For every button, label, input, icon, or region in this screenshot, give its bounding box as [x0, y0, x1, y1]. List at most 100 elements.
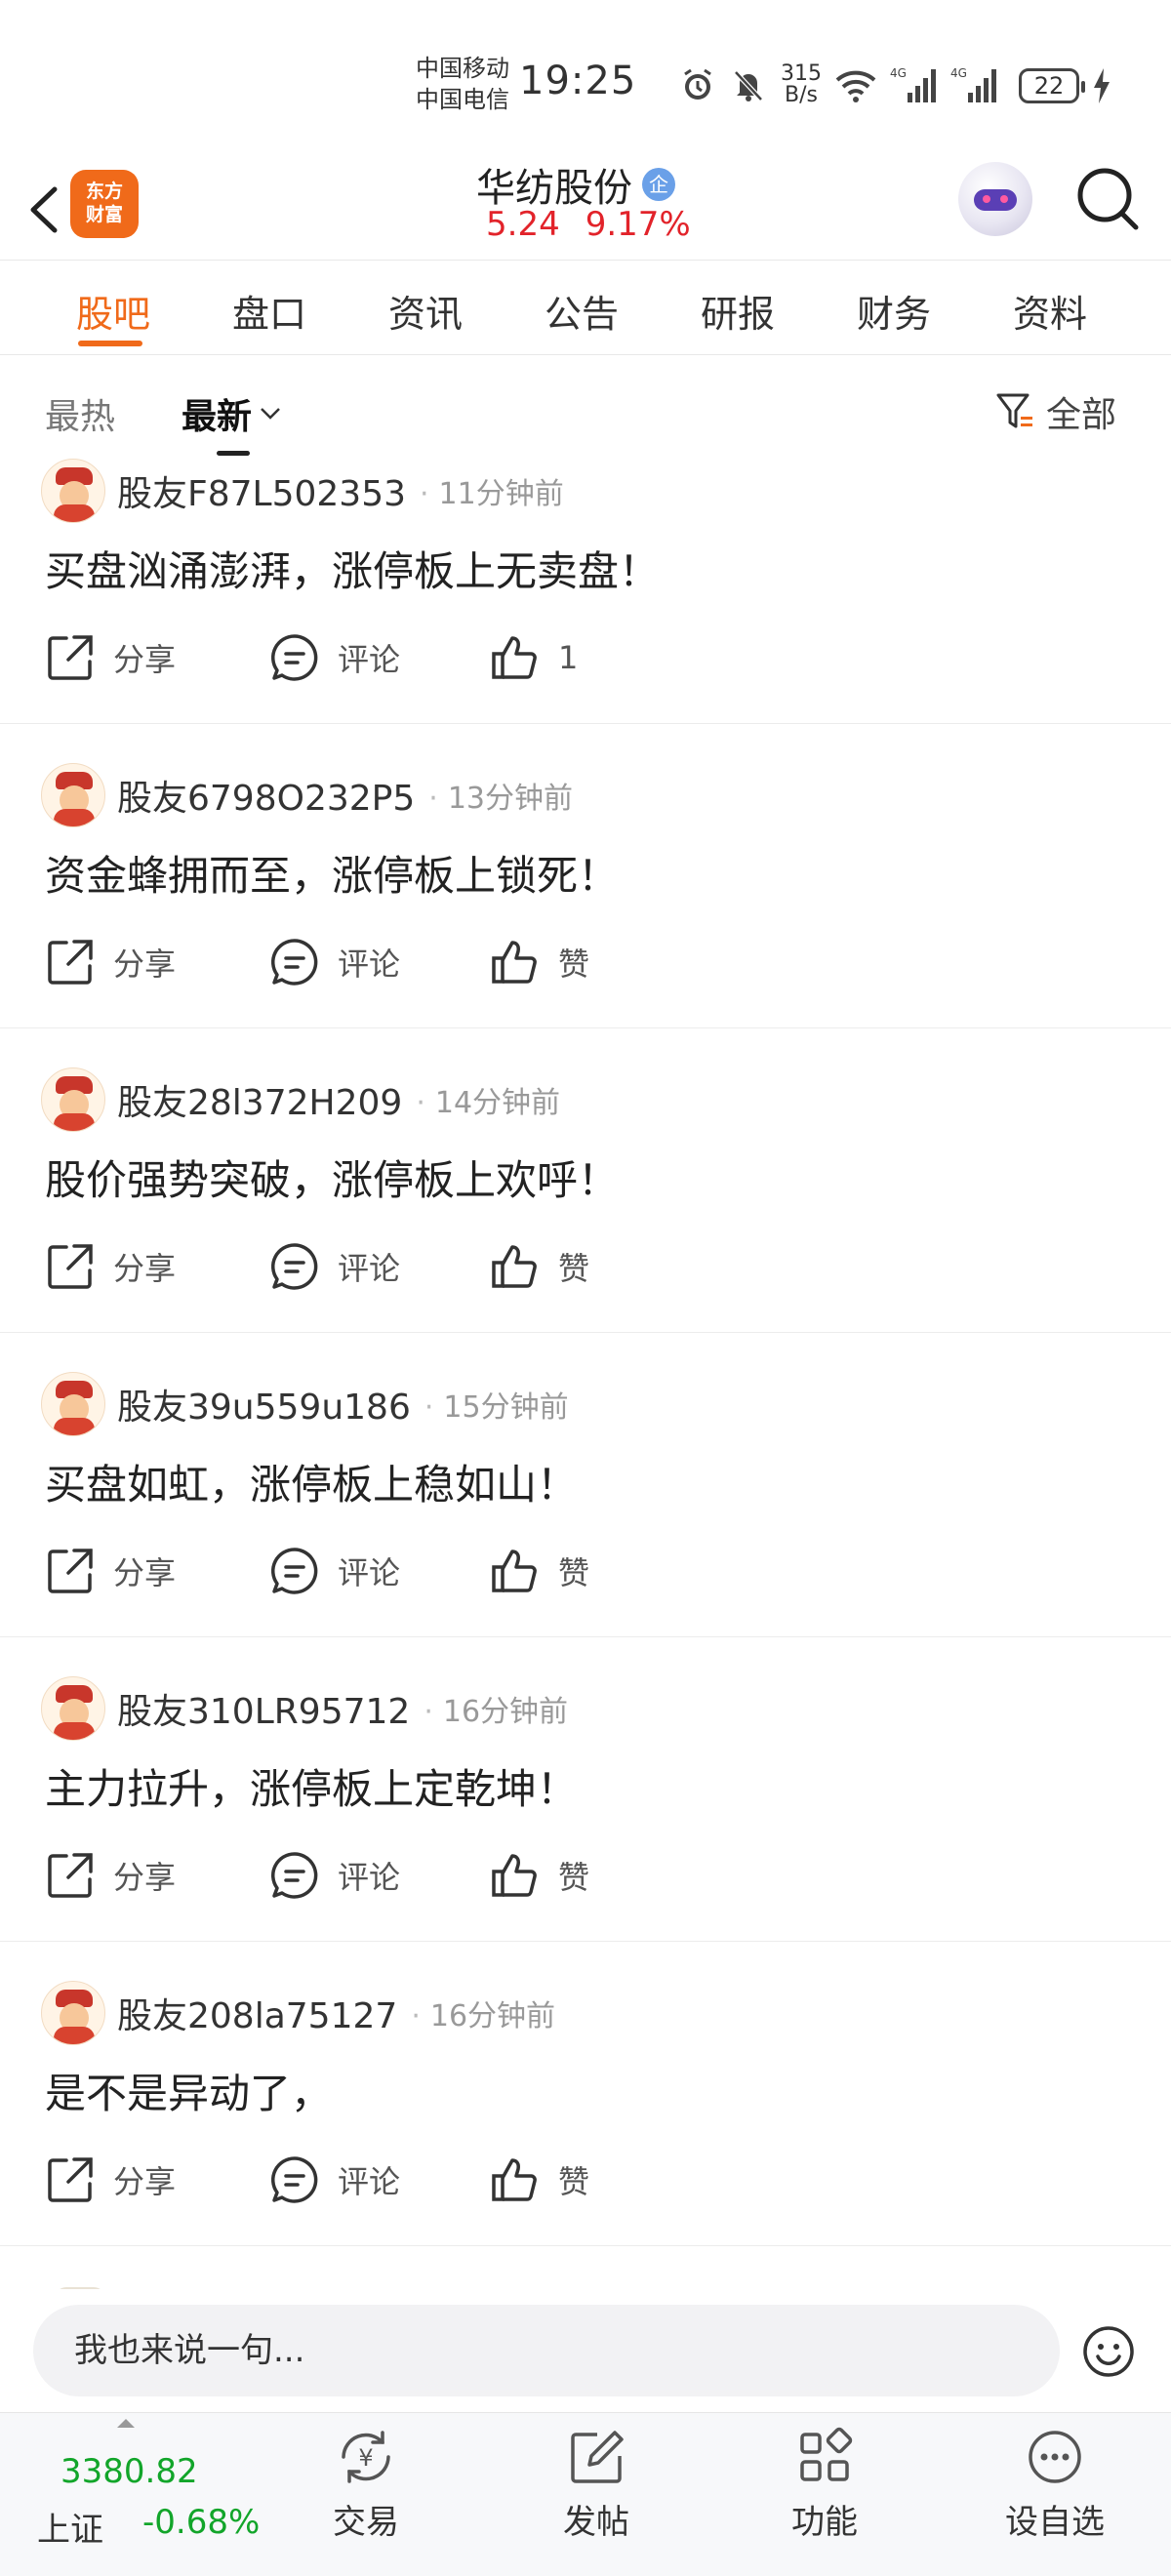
- share-label: 分享: [113, 1250, 177, 1287]
- index-name: 上证: [37, 2511, 103, 2550]
- post-content[interactable]: 买盘汹涌澎湃，涨停板上无卖盘！: [45, 539, 660, 598]
- nav-trade-label: 交易: [333, 2503, 399, 2542]
- avatar[interactable]: [41, 1372, 105, 1436]
- post-item[interactable]: 股友39u559u186 15分钟前 买盘如虹，涨停板上稳如山！ 分享 评论 赞: [0, 1333, 1171, 1637]
- chevron-down-icon: [261, 408, 280, 420]
- filter-button[interactable]: 全部: [995, 386, 1116, 437]
- like-label: 赞: [558, 1859, 590, 1896]
- comment-label: 评论: [338, 1859, 401, 1896]
- post-author: 股友28l372H209 14分钟前: [41, 1067, 560, 1132]
- avatar[interactable]: [41, 1067, 105, 1132]
- post-content[interactable]: 买盘如虹，涨停板上稳如山！: [45, 1452, 578, 1511]
- nav-features[interactable]: 功能: [751, 2427, 898, 2543]
- comment-label: 评论: [338, 946, 401, 983]
- stock-header: 东方 财富 华纺股份 企 5.24 9.17%: [0, 156, 1171, 260]
- nav-trade[interactable]: ¥ 交易: [293, 2427, 439, 2543]
- post-item[interactable]: 股友F87L502353 11分钟前 买盘汹涌澎湃，涨停板上无卖盘！ 分享 评论…: [0, 455, 1171, 724]
- like-button[interactable]: 赞: [490, 1850, 589, 1901]
- post-content[interactable]: 是不是异动了，: [45, 2061, 332, 2120]
- stock-change-pct: 9.17%: [585, 205, 691, 244]
- thumbs-up-icon: [492, 941, 537, 984]
- post-content[interactable]: 资金蜂拥而至，涨停板上锁死！: [45, 843, 619, 903]
- share-icon: [48, 1853, 93, 1898]
- post-item[interactable]: 股友208la75127 16分钟前 是不是异动了， 分享 评论 赞: [0, 1942, 1171, 2246]
- comment-label: 评论: [338, 641, 401, 678]
- like-button[interactable]: 1: [490, 632, 578, 683]
- filter-label: 全部: [1046, 395, 1117, 435]
- status-icons: 315 B/s 4G 4G: [679, 60, 997, 109]
- post-actions: 分享 评论 赞: [45, 937, 589, 987]
- post-content[interactable]: 主力拉升，涨停板上定乾坤！: [45, 1756, 578, 1816]
- status-bar: 中国移动 中国电信 19:25 315 B/s 4G 4G 22: [0, 0, 1171, 156]
- post-time: 11分钟前: [420, 469, 564, 512]
- emoji-icon[interactable]: [1081, 2324, 1136, 2379]
- username[interactable]: 股友310LR95712: [117, 1683, 410, 1734]
- post-time: 16分钟前: [424, 1687, 568, 1730]
- sort-hot[interactable]: 最热: [45, 388, 115, 439]
- tab-finance[interactable]: 财务: [857, 284, 931, 338]
- share-button[interactable]: 分享: [45, 1546, 269, 1596]
- avatar[interactable]: [41, 1981, 105, 2045]
- share-button[interactable]: 分享: [45, 1850, 269, 1901]
- sort-newest[interactable]: 最新: [182, 388, 281, 439]
- username[interactable]: 股友208la75127: [117, 1988, 397, 2038]
- like-count: 1: [558, 639, 579, 676]
- back-icon[interactable]: [21, 176, 68, 244]
- stock-quote: 5.24 9.17%: [486, 205, 691, 244]
- username[interactable]: 股友F87L502353: [117, 465, 406, 516]
- charging-icon: [1094, 68, 1110, 103]
- comment-button[interactable]: 评论: [269, 632, 490, 683]
- share-label: 分享: [113, 641, 177, 678]
- search-icon[interactable]: [1073, 162, 1142, 236]
- like-button[interactable]: 赞: [490, 1241, 589, 1292]
- post-author: 股友F87L502353 11分钟前: [41, 459, 564, 523]
- nav-add-watchlist[interactable]: 设自选: [982, 2427, 1128, 2543]
- tab-guba[interactable]: 股吧: [76, 284, 150, 338]
- post-time: 15分钟前: [424, 1383, 568, 1426]
- tab-announcements[interactable]: 公告: [545, 284, 619, 338]
- tab-research[interactable]: 研报: [701, 284, 775, 338]
- tab-pankou[interactable]: 盘口: [232, 284, 306, 338]
- post-author: 股友208la75127 16分钟前: [41, 1981, 555, 2045]
- tab-profile[interactable]: 资料: [1013, 284, 1087, 338]
- post-item[interactable]: 股友28l372H209 14分钟前 股价强势突破，涨停板上欢呼！ 分享 评论 …: [0, 1028, 1171, 1333]
- eastmoney-logo[interactable]: 东方 财富: [70, 170, 139, 238]
- share-icon: [48, 635, 93, 680]
- share-label: 分享: [113, 2163, 177, 2200]
- share-button[interactable]: 分享: [45, 2154, 269, 2205]
- post-content[interactable]: 股价强势突破，涨停板上欢呼！: [45, 1147, 619, 1207]
- post-feed: 股友F87L502353 11分钟前 买盘汹涌澎湃，涨停板上无卖盘！ 分享 评论…: [0, 455, 1171, 2289]
- comment-icon: [271, 1243, 318, 1290]
- tab-news[interactable]: 资讯: [388, 284, 463, 338]
- like-label: 赞: [558, 1554, 590, 1591]
- nav-features-label: 功能: [791, 2503, 858, 2542]
- comment-button[interactable]: 评论: [269, 937, 490, 987]
- post-actions: 分享 评论 赞: [45, 1850, 589, 1901]
- username[interactable]: 股友28l372H209: [117, 1074, 402, 1125]
- username[interactable]: 股友39u559u186: [117, 1379, 411, 1429]
- comment-button[interactable]: 评论: [269, 1850, 490, 1901]
- svg-text:4G: 4G: [950, 66, 967, 80]
- share-button[interactable]: 分享: [45, 937, 269, 987]
- comment-button[interactable]: 评论: [269, 1241, 490, 1292]
- username[interactable]: 股友6798O232P5: [117, 770, 415, 821]
- like-button[interactable]: 赞: [490, 937, 589, 987]
- bottom-nav: 3380.82 上证 -0.68% ¥ 交易 发帖 功能 设自选: [0, 2412, 1171, 2576]
- comment-input[interactable]: 我也来说一句...: [33, 2305, 1060, 2396]
- filter-icon: [996, 393, 1032, 428]
- comment-button[interactable]: 评论: [269, 2154, 490, 2205]
- avatar[interactable]: [41, 459, 105, 523]
- post-item[interactable]: 股友6798O232P5 13分钟前 资金蜂拥而至，涨停板上锁死！ 分享 评论 …: [0, 724, 1171, 1028]
- comment-icon: [271, 939, 318, 986]
- avatar[interactable]: [41, 763, 105, 827]
- assistant-robot-icon[interactable]: [958, 162, 1032, 236]
- like-button[interactable]: 赞: [490, 2154, 589, 2205]
- post-item[interactable]: 股友310LR95712 16分钟前 主力拉升，涨停板上定乾坤！ 分享 评论 赞: [0, 1637, 1171, 1942]
- share-button[interactable]: 分享: [45, 632, 269, 683]
- comment-button[interactable]: 评论: [269, 1546, 490, 1596]
- like-button[interactable]: 赞: [490, 1546, 589, 1596]
- avatar[interactable]: [41, 1676, 105, 1741]
- nav-post[interactable]: 发帖: [523, 2427, 669, 2543]
- comment-label: 评论: [338, 2163, 401, 2200]
- share-button[interactable]: 分享: [45, 1241, 269, 1292]
